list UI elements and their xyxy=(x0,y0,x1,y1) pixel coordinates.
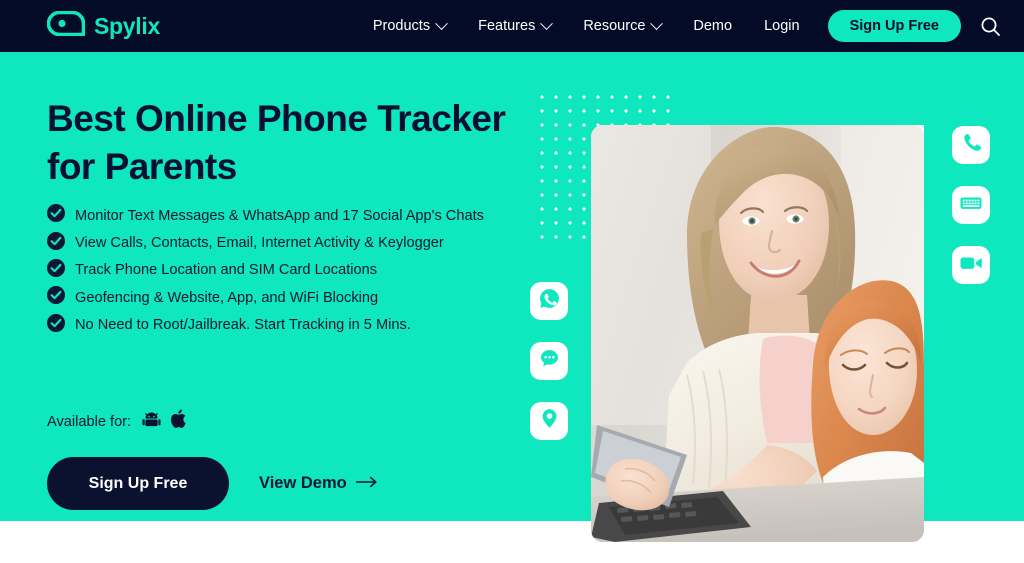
feature-text: Geofencing & Website, App, and WiFi Bloc… xyxy=(75,289,379,306)
whatsapp-icon-chip[interactable] xyxy=(530,282,568,320)
phone-call-icon-chip[interactable] xyxy=(952,126,990,164)
video-camera-icon xyxy=(959,253,983,278)
view-demo-label: View Demo xyxy=(259,474,347,492)
video-camera-icon-chip[interactable] xyxy=(952,246,990,284)
chat-bubble-icon xyxy=(538,347,561,375)
view-demo-link[interactable]: View Demo xyxy=(259,474,378,493)
header-signup-button[interactable]: Sign Up Free xyxy=(827,10,961,42)
spylix-eye-logo-icon xyxy=(46,10,86,41)
nav-item-features[interactable]: Features xyxy=(462,0,567,52)
available-platforms: Available for: xyxy=(47,409,187,434)
cta-group: Sign Up Free View Demo xyxy=(47,457,378,510)
available-label: Available for: xyxy=(47,413,132,430)
location-pin-icon-chip[interactable] xyxy=(530,402,568,440)
hero-photo xyxy=(591,125,924,542)
nav-label: Products xyxy=(372,18,431,34)
nav-item-resource[interactable]: Resource xyxy=(567,0,677,52)
nav-item-login[interactable]: Login xyxy=(748,0,815,52)
check-circle-icon xyxy=(47,286,65,309)
list-item: No Need to Root/Jailbreak. Start Trackin… xyxy=(47,312,484,339)
chevron-down-icon xyxy=(435,16,448,30)
phone-call-icon xyxy=(960,131,983,159)
list-item: Monitor Text Messages & WhatsApp and 17 … xyxy=(47,202,484,229)
nav-label: Resource xyxy=(583,18,646,34)
feature-list: Monitor Text Messages & WhatsApp and 17 … xyxy=(47,202,484,339)
feature-text: No Need to Root/Jailbreak. Start Trackin… xyxy=(75,317,411,334)
feature-text: View Calls, Contacts, Email, Internet Ac… xyxy=(75,235,444,252)
brand-logo[interactable]: Spylix xyxy=(46,10,160,41)
list-item: Track Phone Location and SIM Card Locati… xyxy=(47,257,484,284)
check-circle-icon xyxy=(47,313,65,337)
arrow-right-icon xyxy=(355,474,378,493)
search-icon[interactable] xyxy=(980,16,1001,37)
feature-text: Track Phone Location and SIM Card Locati… xyxy=(75,262,378,279)
signup-free-button[interactable]: Sign Up Free xyxy=(47,457,229,510)
nav-item-demo[interactable]: Demo xyxy=(677,0,748,52)
list-item: Geofencing & Website, App, and WiFi Bloc… xyxy=(47,284,484,311)
check-circle-icon xyxy=(47,231,65,255)
whatsapp-icon xyxy=(538,287,561,315)
page-title: Best Online Phone Tracker for Parents xyxy=(47,98,506,187)
chevron-down-icon xyxy=(650,16,664,30)
list-item: View Calls, Contacts, Email, Internet Ac… xyxy=(47,229,484,256)
check-circle-icon xyxy=(47,258,65,282)
location-pin-icon xyxy=(538,407,561,435)
feature-text: Monitor Text Messages & WhatsApp and 17 … xyxy=(75,207,484,224)
keyboard-icon-chip[interactable] xyxy=(952,186,990,224)
chat-bubble-icon-chip[interactable] xyxy=(530,342,568,380)
nav-label: Login xyxy=(764,18,800,34)
keyboard-icon xyxy=(959,191,983,220)
main-navigation: Products Features Resource Demo Login Si… xyxy=(357,0,1005,52)
platform-icon-group xyxy=(142,409,187,434)
chevron-down-icon xyxy=(540,16,554,30)
page-root: Spylix Products Features Resource Demo L… xyxy=(0,0,1024,563)
apple-icon xyxy=(170,409,187,434)
android-icon xyxy=(142,410,161,434)
nav-label: Features xyxy=(478,18,536,34)
check-circle-icon xyxy=(47,204,65,227)
brand-name: Spylix xyxy=(94,12,160,39)
nav-item-products[interactable]: Products xyxy=(357,0,462,52)
site-header: Spylix Products Features Resource Demo L… xyxy=(0,0,1024,52)
nav-label: Demo xyxy=(693,18,733,34)
